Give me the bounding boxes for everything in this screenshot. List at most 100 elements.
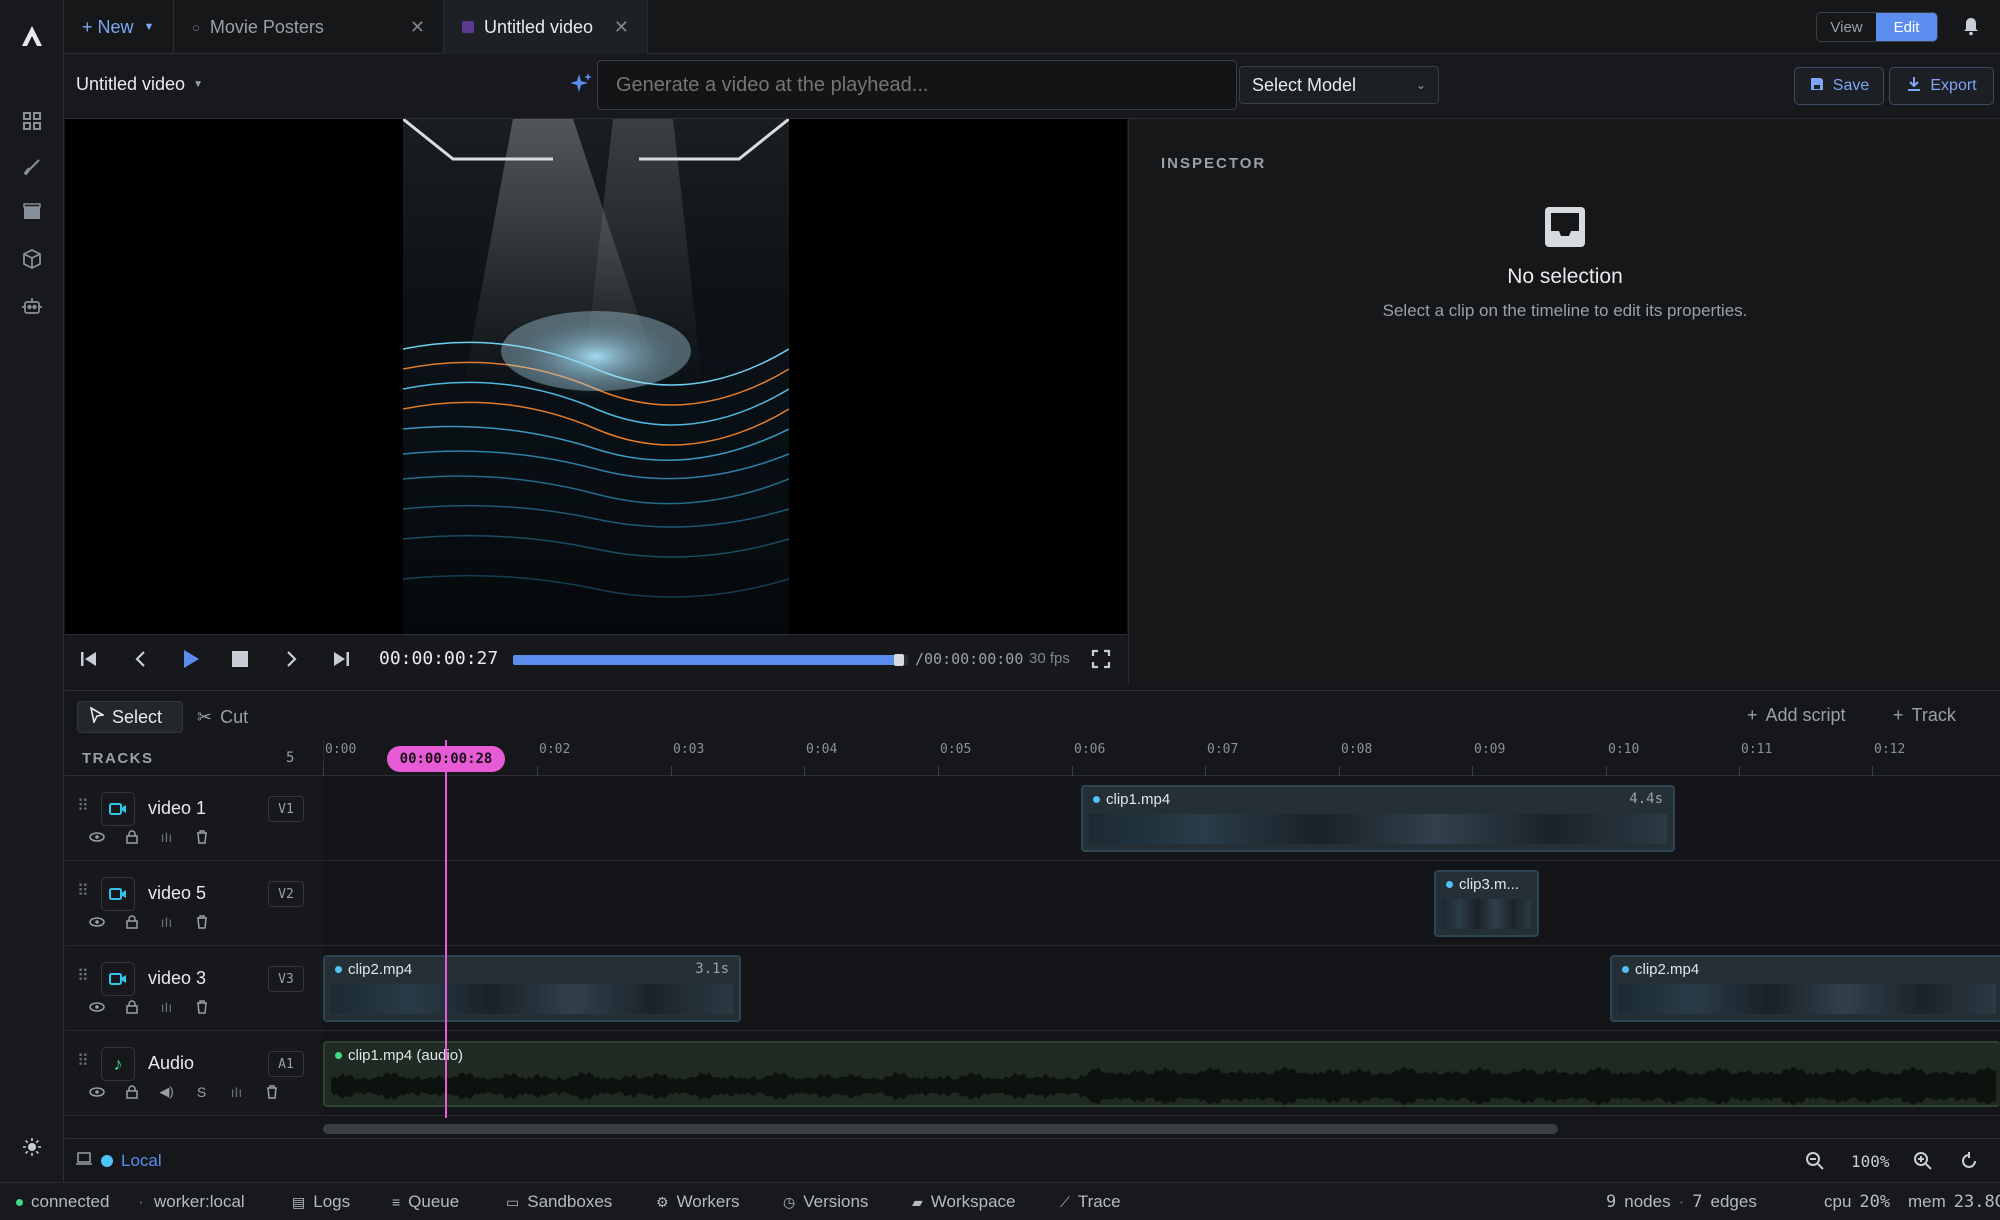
workspace-button[interactable]: ▰ Workspace — [912, 1183, 1016, 1220]
video-preview[interactable] — [65, 119, 1127, 634]
ruler-tick-label: 0:08 — [1341, 742, 1373, 757]
new-tab-button[interactable]: + New ▼ — [64, 0, 174, 54]
timeline-scrollbar[interactable] — [323, 1124, 1558, 1134]
cut-tool-button[interactable]: ✂ Cut — [197, 701, 248, 733]
cube-icon[interactable] — [18, 245, 46, 273]
playhead-timecode[interactable]: 00:00:00:28 — [387, 746, 505, 772]
step-back-icon[interactable] — [131, 649, 151, 674]
timeline-clip[interactable]: clip1.mp4 (audio) — [323, 1041, 2000, 1107]
track-name[interactable]: video 5 — [148, 883, 206, 904]
step-forward-icon[interactable] — [281, 649, 301, 674]
waveform-icon[interactable]: ıIı — [149, 996, 184, 1018]
zoom-out-icon[interactable] — [1805, 1151, 1825, 1176]
save-button[interactable]: Save — [1794, 67, 1884, 105]
export-button[interactable]: Export — [1889, 67, 1994, 105]
track-lane-video-5[interactable]: clip3.m... — [323, 861, 2000, 946]
sandboxes-button[interactable]: ▭ Sandboxes — [506, 1183, 612, 1220]
drag-handle-icon[interactable]: ⠿ — [77, 966, 89, 986]
brush-icon[interactable] — [18, 153, 46, 181]
tab-untitled-video[interactable]: Untitled video ✕ — [444, 0, 648, 54]
generate-prompt-input[interactable] — [597, 60, 1237, 110]
eye-icon[interactable] — [79, 996, 114, 1018]
eye-icon[interactable] — [79, 911, 114, 933]
drag-handle-icon[interactable]: ⠿ — [77, 1051, 89, 1071]
scrub-handle[interactable] — [894, 654, 905, 666]
versions-button[interactable]: ◷ Versions — [783, 1183, 868, 1220]
clip-dot — [1093, 796, 1100, 803]
connected-dot — [16, 1198, 23, 1206]
waveform-icon[interactable]: ıIı — [219, 1081, 254, 1103]
sandboxes-label: Sandboxes — [527, 1192, 613, 1211]
cog-icon: ⚙ — [656, 1193, 669, 1210]
cpu-label: cpu — [1824, 1192, 1852, 1211]
track-lane-video-3[interactable]: clip2.mp4 3.1s clip2.mp4 — [323, 946, 2000, 1031]
add-script-button[interactable]: + Add script — [1747, 705, 1846, 726]
grid-icon[interactable] — [18, 107, 46, 135]
speaker-icon[interactable]: ◀) — [149, 1081, 184, 1103]
trash-icon[interactable] — [184, 911, 219, 933]
track-lane-audio[interactable]: clip1.mp4 (audio) — [323, 1031, 2000, 1116]
timeline-ruler[interactable]: TRACKS 5 0:00 0:02 0:03 0:04 0:05 0:06 0:07 0:0… — [65, 740, 2000, 776]
film-icon[interactable] — [18, 198, 46, 226]
waveform-icon[interactable]: ıIı — [149, 826, 184, 848]
skip-end-icon[interactable] — [331, 649, 351, 674]
reset-zoom-icon[interactable] — [1959, 1151, 1979, 1176]
workers-button[interactable]: ⚙ Workers — [656, 1183, 740, 1220]
app-logo-icon[interactable] — [18, 22, 46, 50]
robot-icon[interactable] — [18, 292, 46, 320]
view-mode-button[interactable]: View — [1817, 13, 1876, 41]
close-icon[interactable]: ✕ — [614, 17, 629, 38]
solo-button[interactable]: S — [184, 1081, 219, 1103]
waveform-icon[interactable]: ıIı — [149, 911, 184, 933]
queue-icon: ≡ — [392, 1194, 401, 1210]
drag-handle-icon[interactable]: ⠿ — [77, 881, 89, 901]
trash-icon[interactable] — [184, 996, 219, 1018]
track-name[interactable]: Audio — [148, 1053, 194, 1074]
clip-dot — [1622, 966, 1629, 973]
trace-button[interactable]: ⟋ Trace — [1060, 1183, 1121, 1220]
scrub-bar[interactable] — [513, 654, 908, 666]
edit-mode-button[interactable]: Edit — [1876, 13, 1937, 41]
track-badge: V2 — [268, 881, 304, 907]
logs-button[interactable]: ▤ Logs — [292, 1183, 350, 1220]
add-track-button[interactable]: + Track — [1893, 705, 1956, 726]
stop-icon[interactable] — [231, 650, 249, 673]
timeline-clip[interactable]: clip3.m... — [1434, 870, 1539, 937]
local-label: Local — [121, 1151, 162, 1170]
edit-tools-bar: Select ✂ Cut + Add script + Track — [65, 690, 2000, 740]
export-label: Export — [1930, 77, 1977, 94]
timeline-clip[interactable]: clip1.mp4 4.4s — [1081, 785, 1675, 852]
lock-icon[interactable] — [114, 1081, 149, 1103]
plus-icon: + — [1893, 705, 1904, 725]
fullscreen-icon[interactable] — [1091, 649, 1111, 674]
playhead-line[interactable] — [445, 740, 447, 1118]
local-indicator[interactable]: Local — [75, 1151, 162, 1171]
bell-icon[interactable] — [1962, 16, 1980, 41]
model-select[interactable]: Select Model ⌄ — [1239, 66, 1439, 104]
play-icon[interactable] — [180, 648, 202, 675]
queue-button[interactable]: ≡ Queue — [392, 1183, 459, 1220]
zoom-in-icon[interactable] — [1913, 1151, 1933, 1176]
eye-icon[interactable] — [79, 826, 114, 848]
skip-start-icon[interactable] — [79, 649, 99, 674]
track-name[interactable]: video 3 — [148, 968, 206, 989]
lock-icon[interactable] — [114, 911, 149, 933]
timeline-clip[interactable]: clip2.mp4 3.1s — [323, 955, 741, 1022]
select-tool-button[interactable]: Select — [77, 701, 183, 733]
track-count: 5 — [286, 750, 295, 766]
tab-movie-posters[interactable]: ○ Movie Posters ✕ — [174, 0, 444, 54]
eye-icon[interactable] — [79, 1081, 114, 1103]
clip-thumbnails — [1089, 814, 1667, 844]
track-name[interactable]: video 1 — [148, 798, 206, 819]
trash-icon[interactable] — [184, 826, 219, 848]
lock-icon[interactable] — [114, 996, 149, 1018]
track-lane-video-1[interactable]: clip1.mp4 4.4s — [323, 776, 2000, 861]
trash-icon[interactable] — [254, 1081, 289, 1103]
lock-icon[interactable] — [114, 826, 149, 848]
timeline-clip[interactable]: clip2.mp4 — [1610, 955, 2000, 1022]
close-icon[interactable]: ✕ — [410, 17, 425, 38]
theme-toggle-icon[interactable] — [18, 1133, 46, 1161]
drag-handle-icon[interactable]: ⠿ — [77, 796, 89, 816]
project-name-dropdown[interactable]: Untitled video ▼ — [76, 74, 203, 95]
mem-value: 23.8G — [1953, 1192, 2000, 1212]
